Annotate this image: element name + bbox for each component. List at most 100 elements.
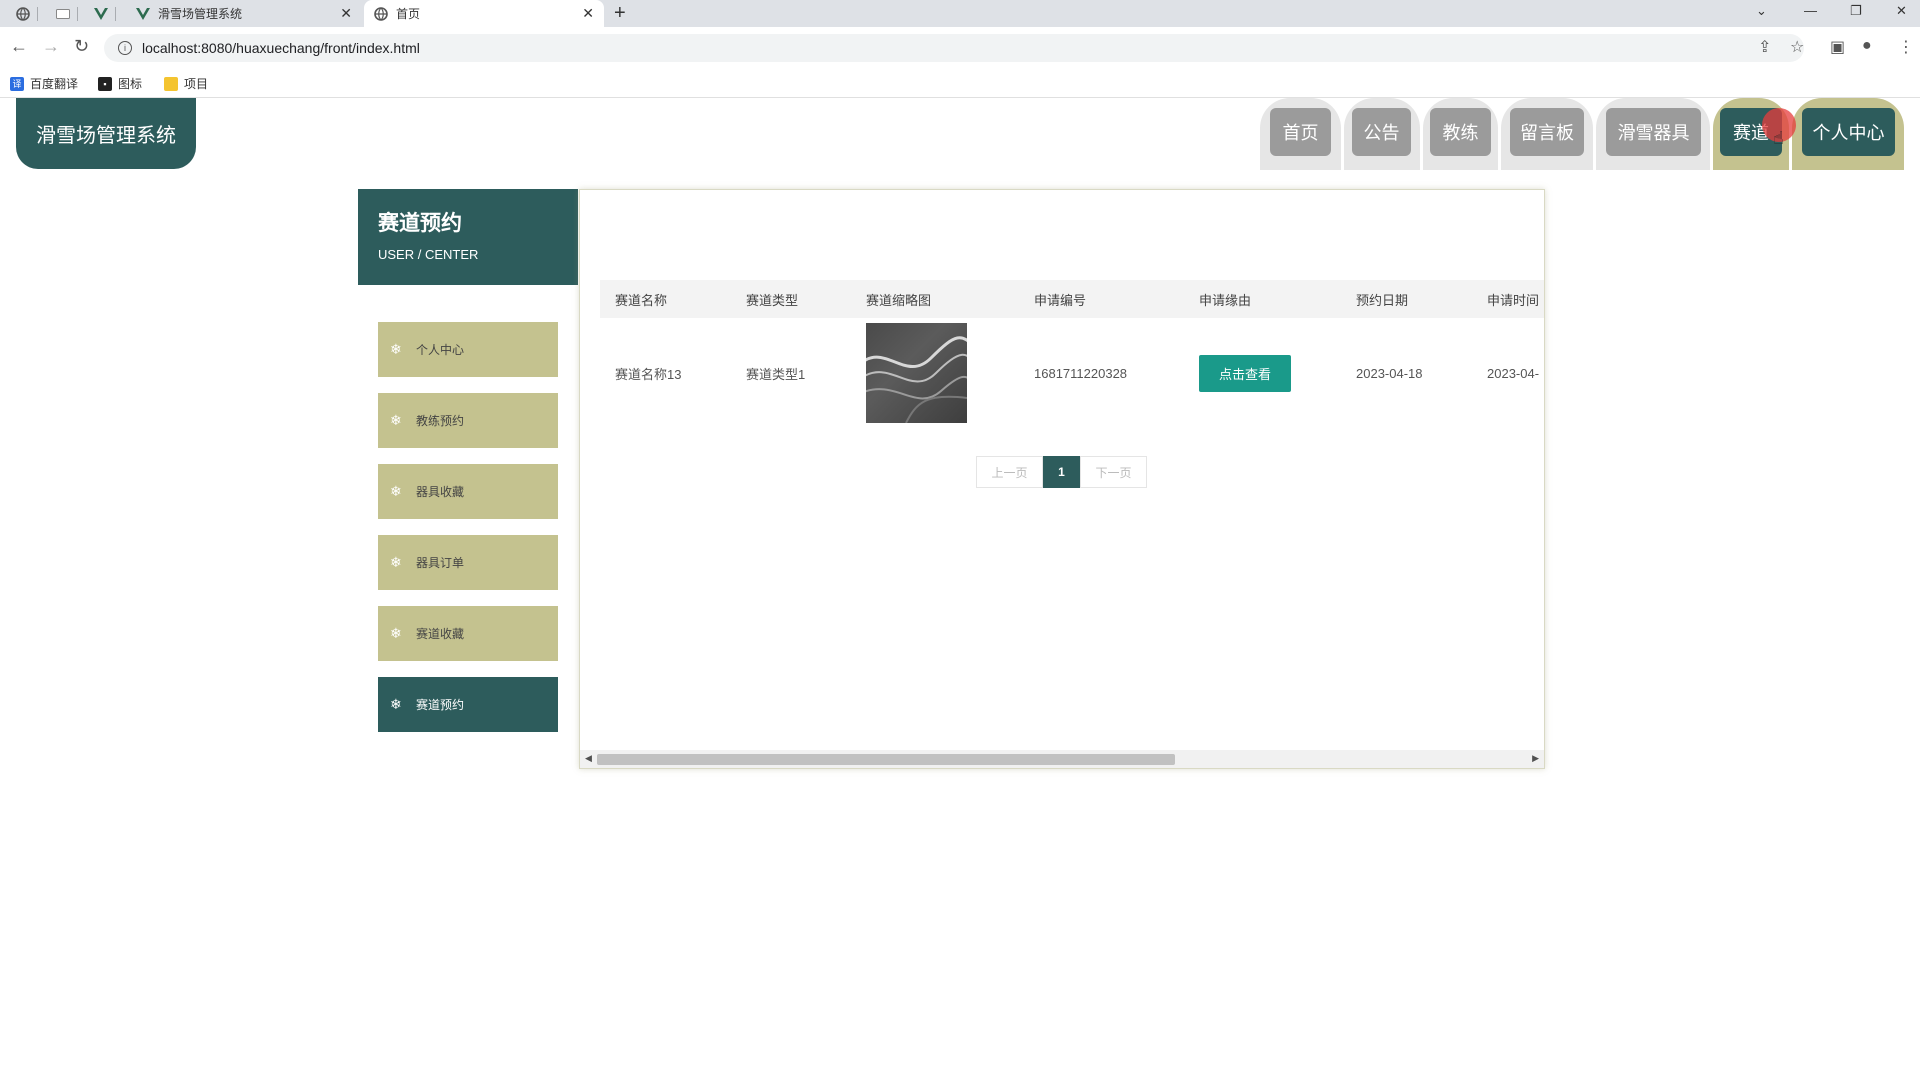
bookmark-baidu-translate[interactable]: 译 百度翻译 (10, 75, 78, 92)
col-apply-reason: 申请缘由 (1199, 292, 1252, 308)
url-text: localhost:8080/huaxuechang/front/index.h… (142, 40, 420, 56)
col-apply-number: 申请编号 (1034, 292, 1087, 308)
side-item-label: 器具订单 (416, 556, 465, 570)
snowflake-icon: ❄ (390, 554, 402, 570)
col-apply-time: 申请时间 (1487, 292, 1540, 308)
tab-search-icon[interactable]: ⌄ (1756, 3, 1767, 19)
bookmark-label: 项目 (184, 77, 209, 91)
nav-home[interactable]: 首页 (1270, 108, 1331, 156)
cell-apply-number: 1681711220328 (1034, 365, 1128, 381)
scroll-right-icon[interactable]: ▶ (1532, 753, 1539, 764)
cell-apply-time: 2023-04- (1487, 365, 1540, 381)
content-panel: 赛道名称 赛道类型 赛道缩略图 申请编号 申请缘由 预约日期 申请时间 赛道名称… (579, 189, 1545, 769)
cell-track-name: 赛道名称13 (615, 366, 682, 382)
page-1-button[interactable]: 1 (1043, 456, 1080, 488)
col-track-type: 赛道类型 (746, 292, 799, 308)
bookmark-projects[interactable]: 项目 (164, 75, 208, 92)
side-item-label: 赛道预约 (416, 698, 465, 712)
center-title-block: 赛道预约 USER / CENTER (358, 189, 578, 285)
info-icon[interactable]: i (118, 41, 132, 55)
side-item-coach-booking[interactable]: ❄ 教练预约 (378, 393, 558, 448)
folder-icon (164, 76, 178, 91)
side-item-track-booking[interactable]: ❄ 赛道预约 (378, 677, 558, 732)
sidepanel-icon[interactable]: ▣ (1830, 37, 1845, 57)
snowflake-icon: ❄ (390, 483, 402, 499)
profile-icon[interactable]: ● (1862, 37, 1872, 55)
side-item-label: 器具收藏 (416, 485, 465, 499)
table-row: 赛道名称13 赛道类型1 1681711220328 点击查看 2023-04-… (600, 318, 1544, 428)
side-item-label: 赛道收藏 (416, 627, 465, 641)
tab-title: 首页 (396, 7, 421, 21)
scroll-left-icon[interactable]: ◀ (585, 753, 592, 764)
side-item-equipment-orders[interactable]: ❄ 器具订单 (378, 535, 558, 590)
cell-thumbnail (866, 318, 967, 428)
next-page-button[interactable]: 下一页 (1080, 456, 1147, 488)
forward-icon[interactable]: → (42, 36, 60, 57)
hand-cursor-icon: ☝ (1773, 128, 1784, 148)
col-booking-date: 预约日期 (1356, 292, 1409, 308)
image-icon: ▪ (98, 76, 112, 91)
side-menu: ❄ 个人中心 ❄ 教练预约 ❄ 器具收藏 ❄ 器具订单 ❄ 赛道收藏 ❄ 赛道预… (378, 322, 558, 748)
back-icon[interactable]: ← (10, 36, 28, 57)
side-item-equipment-favorites[interactable]: ❄ 器具收藏 (378, 464, 558, 519)
nav-user-center[interactable]: 个人中心 (1802, 108, 1895, 156)
page-title: 赛道预约 (378, 212, 462, 235)
url-field[interactable]: i localhost:8080/huaxuechang/front/index… (104, 34, 1804, 62)
snowflake-icon: ❄ (390, 625, 402, 641)
side-item-label: 教练预约 (416, 414, 465, 428)
pinned-tab-1[interactable] (8, 0, 38, 27)
col-thumbnail: 赛道缩略图 (866, 292, 932, 308)
view-reason-button[interactable]: 点击查看 (1199, 354, 1291, 392)
nav-coach[interactable]: 教练 (1430, 108, 1491, 156)
col-track-name: 赛道名称 (615, 292, 668, 308)
nav-notice[interactable]: 公告 (1352, 108, 1411, 156)
pagination: 上一页 1 下一页 (976, 456, 1147, 488)
pinned-tab-2[interactable] (48, 0, 78, 27)
snowflake-icon: ❄ (390, 341, 402, 357)
browser-address-bar: ← → ↻ i localhost:8080/huaxuechang/front… (0, 27, 1920, 68)
close-icon[interactable]: ✕ (340, 5, 352, 22)
side-item-label: 个人中心 (416, 343, 465, 357)
tab-home[interactable]: 首页 ✕ (364, 0, 604, 27)
keyboard-icon (56, 7, 70, 21)
cell-booking-date: 2023-04-18 (1356, 365, 1423, 381)
scrollbar-thumb[interactable] (597, 754, 1175, 765)
window-close-icon[interactable]: ✕ (1896, 3, 1907, 19)
tab-admin-system[interactable]: 滑雪场管理系统 ✕ (126, 0, 362, 27)
vue-icon (94, 7, 108, 21)
nav-message-board[interactable]: 留言板 (1510, 108, 1584, 156)
side-item-track-favorites[interactable]: ❄ 赛道收藏 (378, 606, 558, 661)
globe-icon (374, 6, 388, 21)
booking-table: 赛道名称 赛道类型 赛道缩略图 申请编号 申请缘由 预约日期 申请时间 赛道名称… (600, 280, 1544, 430)
top-nav: 首页 公告 教练 留言板 滑雪器具 赛道 个人中心 (0, 98, 1920, 170)
table-header: 赛道名称 赛道类型 赛道缩略图 申请编号 申请缘由 预约日期 申请时间 (600, 280, 1544, 318)
new-tab-icon[interactable]: + (614, 2, 626, 25)
share-icon[interactable]: ⇪ (1758, 37, 1771, 57)
star-icon[interactable]: ☆ (1790, 37, 1804, 57)
browser-tab-bar: 滑雪场管理系统 ✕ 首页 ✕ + ⌄ — ❐ ✕ (0, 0, 1920, 27)
horizontal-scrollbar[interactable]: ◀ ▶ (580, 750, 1544, 768)
side-item-user-center[interactable]: ❄ 个人中心 (378, 322, 558, 377)
nav-ski-equipment[interactable]: 滑雪器具 (1606, 108, 1701, 156)
cell-apply-reason: 点击查看 (1199, 318, 1291, 428)
vue-icon (136, 7, 150, 21)
restore-icon[interactable]: ❐ (1850, 3, 1862, 19)
pinned-tab-vue[interactable] (86, 0, 116, 27)
close-icon[interactable]: ✕ (582, 5, 594, 22)
bookmark-label: 百度翻译 (30, 77, 79, 91)
globe-icon (16, 6, 30, 21)
snowflake-icon: ❄ (390, 696, 402, 712)
minimize-icon[interactable]: — (1804, 3, 1817, 18)
bookmark-label: 图标 (118, 77, 143, 91)
snowflake-icon: ❄ (390, 412, 402, 428)
bookmark-icons[interactable]: ▪ 图标 (98, 75, 142, 92)
reload-icon[interactable]: ↻ (74, 36, 89, 57)
cell-track-type: 赛道类型1 (746, 366, 806, 382)
page-subtitle: USER / CENTER (378, 247, 479, 262)
menu-icon[interactable]: ⋮ (1898, 37, 1914, 57)
bookmarks-bar: 译 百度翻译 ▪ 图标 项目 (0, 68, 1920, 98)
tab-title: 滑雪场管理系统 (158, 7, 243, 21)
prev-page-button[interactable]: 上一页 (976, 456, 1043, 488)
translate-icon: 译 (10, 76, 24, 91)
track-thumbnail-image (866, 323, 967, 423)
